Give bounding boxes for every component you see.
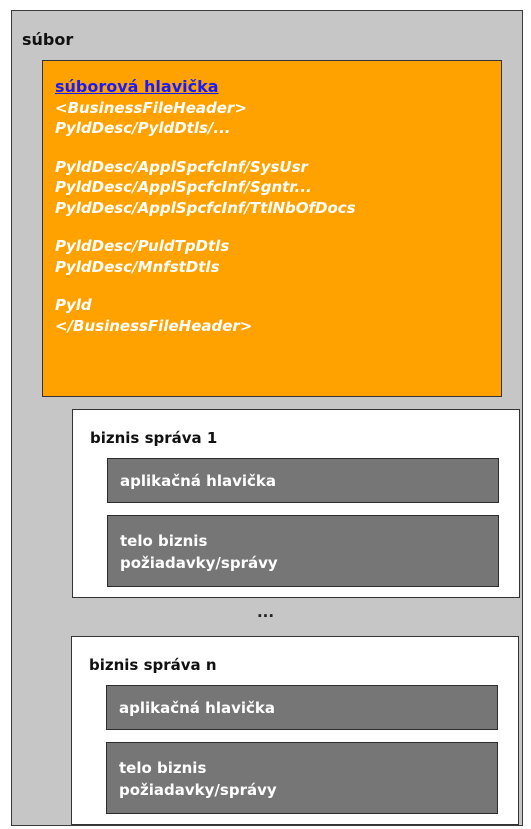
business-message-1: biznis správa 1 aplikačná hlavička telo … [72, 409, 520, 598]
header-line-puld-tp-dtls: PyldDesc/PuldTpDtls [55, 237, 230, 255]
file-header-box: súborová hlavička <BusinessFileHeader> P… [42, 60, 502, 397]
header-line-open-tag: <BusinessFileHeader> [55, 98, 247, 117]
message-n-title: biznis správa n [89, 656, 217, 674]
message-1-title: biznis správa 1 [90, 429, 218, 447]
file-header-title: súborová hlavička [55, 77, 219, 96]
header-line-pyld: Pyld [55, 296, 92, 314]
file-label: súbor [22, 30, 74, 49]
message-n-body: telo biznis požiadavky/správy [106, 742, 498, 814]
header-line-sgntr: PyldDesc/ApplSpcfcInf/Sgntr... [55, 178, 312, 196]
message-1-app-header: aplikačná hlavička [107, 458, 499, 503]
ellipsis-separator: ... [256, 603, 275, 621]
message-n-body-line1: telo biznis [119, 759, 207, 777]
header-line-pyld-dtls: PyldDesc/PyldDtls/... [55, 119, 231, 137]
message-1-body-line1: telo biznis [120, 532, 208, 550]
header-line-close-tag: </BusinessFileHeader> [55, 316, 253, 335]
header-line-mnfst-dtls: PyldDesc/MnfstDtls [55, 257, 220, 276]
message-n-app-header: aplikačná hlavička [106, 685, 498, 730]
header-line-ttl-nb-of-docs: PyldDesc/ApplSpcfcInf/TtlNbOfDocs [55, 198, 356, 217]
header-line-sys-usr: PyldDesc/ApplSpcfcInf/SysUsr [55, 157, 308, 176]
message-1-body: telo biznis požiadavky/správy [107, 515, 499, 587]
message-1-body-line2: požiadavky/správy [120, 554, 278, 572]
message-n-body-line2: požiadavky/správy [119, 781, 277, 799]
business-message-n: biznis správa n aplikačná hlavička telo … [71, 636, 519, 825]
